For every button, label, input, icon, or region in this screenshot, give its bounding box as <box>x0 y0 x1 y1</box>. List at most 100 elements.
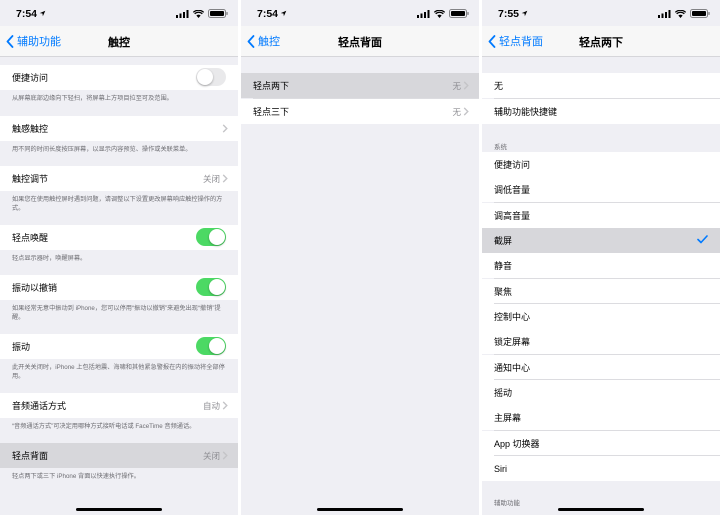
page-title: 触控 <box>108 37 130 49</box>
vibration-row[interactable]: 振动 <box>0 334 238 359</box>
row-label: 触控调节 <box>12 174 49 184</box>
double-tap-row[interactable]: 轻点两下 无 <box>241 73 479 98</box>
cellular-signal-icon <box>658 9 671 18</box>
checkmark-icon <box>697 235 708 244</box>
row-footer: 如果您在使用触控屏时遇到问题，请调整以下设置更改屏幕响应触控操作的方式。 <box>12 196 223 212</box>
shake-to-undo-toggle[interactable] <box>196 278 226 296</box>
touch-settings-screen: 7:54 辅助功能 触控 便捷访问 从屏幕底部边缘向下轻扫，将屏幕上方项目拉至可… <box>0 0 238 515</box>
status-bar: 7:55 <box>482 0 720 26</box>
option-notification-center[interactable]: 通知中心 <box>482 355 720 380</box>
row-label: 便捷访问 <box>12 73 49 83</box>
section-header-accessibility: 辅助功能 <box>494 500 520 507</box>
option-label: 主屏幕 <box>494 413 522 423</box>
option-shake[interactable]: 摇动 <box>482 380 720 405</box>
option-volume-up[interactable]: 调高音量 <box>482 203 720 228</box>
option-focus[interactable]: 聚焦 <box>482 279 720 304</box>
home-indicator[interactable] <box>317 508 403 511</box>
home-indicator[interactable] <box>76 508 162 511</box>
row-value: 自动 <box>202 400 220 411</box>
option-label: 聚焦 <box>494 287 513 297</box>
row-footer: 如果经常无意中振动到 iPhone，您可以停用“振动以撤销”来避免出现“撤销”提… <box>12 305 221 321</box>
toggle-knob <box>209 279 225 295</box>
option-label: 调高音量 <box>494 211 531 221</box>
status-time: 7:55 <box>498 8 528 20</box>
cellular-signal-icon <box>176 9 189 18</box>
nav-bar: 触控 轻点背面 <box>241 26 479 57</box>
back-tap-row[interactable]: 轻点背面 关闭 <box>0 443 238 468</box>
option-label: 无 <box>494 81 504 91</box>
chevron-right-icon <box>222 401 228 410</box>
row-footer: 此开关关闭时，iPhone 上包括地震、海啸和其他紧急警报在内的振动将全部停用。 <box>12 364 225 380</box>
nav-bar: 轻点背面 轻点两下 <box>482 26 720 57</box>
row-label: 触感触控 <box>12 124 49 134</box>
wifi-icon <box>193 9 204 18</box>
vibration-toggle[interactable] <box>196 337 226 355</box>
location-icon <box>521 10 528 17</box>
row-footer: 轻点两下或三下 iPhone 背面以快速执行操作。 <box>12 473 140 480</box>
row-value: 无 <box>452 106 461 117</box>
option-label: 锁定屏幕 <box>494 337 531 347</box>
row-label: 振动 <box>12 342 31 352</box>
row-footer: “音频通话方式”可决定用哪种方式接听电话或 FaceTime 音频通话。 <box>12 423 196 430</box>
touch-accommodations-row[interactable]: 触控调节 关闭 <box>0 166 238 191</box>
shake-to-undo-row[interactable]: 振动以撤销 <box>0 275 238 300</box>
toggle-knob <box>197 69 213 85</box>
option-home-screen[interactable]: 主屏幕 <box>482 405 720 430</box>
row-footer: 从屏幕底部边缘向下轻扫，将屏幕上方项目拉至可及范围。 <box>12 95 173 102</box>
option-screenshot[interactable]: 截屏 <box>482 228 720 253</box>
option-accessibility-shortcut[interactable]: 辅助功能快捷键 <box>482 99 720 124</box>
reachability-toggle[interactable] <box>196 68 226 86</box>
option-lock-screen[interactable]: 锁定屏幕 <box>482 329 720 354</box>
row-label: 轻点唤醒 <box>12 233 49 243</box>
row-label: 轻点背面 <box>12 451 49 461</box>
chevron-right-icon <box>222 451 228 460</box>
row-footer: 用不同的时间长度按压屏幕，以显示内容预览、操作或关联菜单。 <box>12 146 192 153</box>
chevron-right-icon <box>222 174 228 183</box>
wifi-icon <box>434 9 445 18</box>
row-value: 无 <box>452 80 461 91</box>
option-control-center[interactable]: 控制中心 <box>482 304 720 329</box>
option-label: 摇动 <box>494 388 513 398</box>
option-siri[interactable]: Siri <box>482 456 720 481</box>
tap-to-wake-toggle[interactable] <box>196 228 226 246</box>
option-label: 辅助功能快捷键 <box>494 107 558 117</box>
option-volume-down[interactable]: 调低音量 <box>482 177 720 202</box>
row-footer: 轻点显示器时，唤醒屏幕。 <box>12 255 87 262</box>
option-label: 通知中心 <box>494 363 531 373</box>
haptic-touch-row[interactable]: 触感触控 <box>0 116 238 141</box>
page-title: 轻点两下 <box>579 37 623 49</box>
section-header-system: 系统 <box>494 144 507 151</box>
toggle-knob <box>209 229 225 245</box>
option-app-switcher[interactable]: App 切换器 <box>482 431 720 456</box>
row-label: 轻点两下 <box>253 81 290 91</box>
option-label: Siri <box>494 463 507 474</box>
location-icon <box>280 10 287 17</box>
option-label: App 切换器 <box>494 439 540 449</box>
wifi-icon <box>675 9 686 18</box>
status-time: 7:54 <box>16 8 46 20</box>
back-tap-screen: 7:54 触控 轻点背面 轻点两下 无 轻点三下 无 <box>241 0 479 515</box>
status-time: 7:54 <box>257 8 287 20</box>
status-bar: 7:54 <box>0 0 238 26</box>
option-none[interactable]: 无 <box>482 73 720 98</box>
chevron-right-icon <box>463 81 469 90</box>
row-value: 关闭 <box>202 450 220 461</box>
assistive-access-row[interactable]: 便捷访问 <box>0 65 238 90</box>
row-label: 振动以撤销 <box>12 283 58 293</box>
home-indicator[interactable] <box>558 508 644 511</box>
option-label: 截屏 <box>494 236 513 246</box>
status-bar: 7:54 <box>241 0 479 26</box>
tap-to-wake-row[interactable]: 轻点唤醒 <box>0 225 238 250</box>
triple-tap-row[interactable]: 轻点三下 无 <box>241 99 479 124</box>
page-title: 轻点背面 <box>338 37 382 49</box>
row-label: 轻点三下 <box>253 107 290 117</box>
location-icon <box>39 10 46 17</box>
row-value: 关闭 <box>202 173 220 184</box>
row-label: 音频通话方式 <box>12 401 67 411</box>
double-tap-action-screen: 7:55 轻点背面 轻点两下 无 辅助功能快捷键 系统 便捷访问 调低音量 调高… <box>482 0 720 515</box>
battery-icon <box>449 9 469 18</box>
call-audio-routing-row[interactable]: 音频通话方式 自动 <box>0 393 238 418</box>
chevron-right-icon <box>222 124 228 133</box>
option-mute[interactable]: 静音 <box>482 253 720 278</box>
option-reachability[interactable]: 便捷访问 <box>482 152 720 177</box>
